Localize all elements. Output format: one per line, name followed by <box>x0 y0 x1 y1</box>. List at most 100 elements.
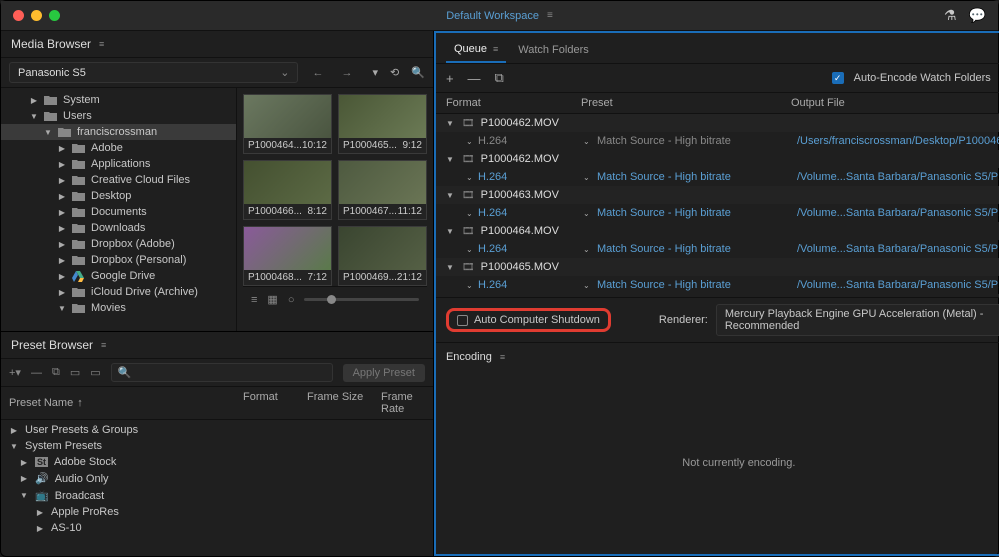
queue-output-path[interactable]: /Volume...Santa Barbara/Panasonic S5/P10… <box>797 279 999 291</box>
chevron-down-icon[interactable]: ⌄ <box>583 137 597 146</box>
renderer-select[interactable]: Mercury Playback Engine GPU Acceleration… <box>716 304 999 336</box>
maximize-icon[interactable] <box>49 10 60 21</box>
menu-icon[interactable]: ≡ <box>493 44 498 54</box>
settings-preset-icon[interactable]: ▭ <box>70 366 80 379</box>
twisty-icon[interactable]: ▼ <box>57 304 67 313</box>
preset-tree-item[interactable]: ▶AS-10 <box>1 520 433 536</box>
queue-output-path[interactable]: /Volume...Santa Barbara/Panasonic S5/P10… <box>797 243 999 255</box>
queue-preset[interactable]: Match Source - High bitrate <box>597 243 797 255</box>
twisty-icon[interactable]: ▶ <box>29 96 39 105</box>
delete-preset-button[interactable]: — <box>31 367 42 379</box>
menu-icon[interactable]: ≡ <box>547 10 553 21</box>
menu-icon[interactable]: ≡ <box>99 39 104 49</box>
clip-thumbnail[interactable]: P1000467...11:12 <box>338 160 427 220</box>
queue-row[interactable]: ⌄H.264⌄Match Source - High bitrate/Volum… <box>436 240 999 258</box>
queue-group[interactable]: ▼🎞P1000463.MOV <box>436 186 999 204</box>
clip-thumbnail[interactable]: P1000469...21:12 <box>338 226 427 286</box>
zoom-out-icon[interactable]: ○ <box>288 294 295 306</box>
col-output[interactable]: Output File <box>791 97 999 109</box>
tree-item[interactable]: ▼Users <box>1 108 236 124</box>
twisty-icon[interactable]: ▼ <box>446 155 456 164</box>
queue-list[interactable]: ▼🎞P1000462.MOV⌄H.264⌄Match Source - High… <box>436 114 999 297</box>
flask-icon[interactable]: ⚗ <box>944 7 957 24</box>
queue-format[interactable]: H.264 <box>478 279 583 291</box>
preset-tree-item[interactable]: ▶Apple ProRes <box>1 504 433 520</box>
col-frame-size[interactable]: Frame Size <box>307 391 377 415</box>
twisty-icon[interactable]: ⌄ <box>466 173 478 182</box>
queue-output-path[interactable]: /Volume...Santa Barbara/Panasonic S5/P10… <box>797 171 999 183</box>
twisty-icon[interactable]: ▶ <box>19 474 29 483</box>
minimize-icon[interactable] <box>31 10 42 21</box>
back-button[interactable]: ← <box>308 65 327 81</box>
thumbnail-size-slider[interactable] <box>304 298 418 301</box>
twisty-icon[interactable]: ▶ <box>57 256 67 265</box>
workspace-title[interactable]: Default Workspace ≡ <box>446 10 553 22</box>
list-view-icon[interactable]: ≡ <box>251 294 257 306</box>
twisty-icon[interactable]: ▶ <box>9 426 19 435</box>
queue-row[interactable]: ⌄H.264⌄Match Source - High bitrate/Volum… <box>436 168 999 186</box>
twisty-icon[interactable]: ▼ <box>446 227 456 236</box>
queue-row[interactable]: ⌄H.264⌄Match Source - High bitrate/Volum… <box>436 204 999 222</box>
preset-tree-item[interactable]: ▶StAdobe Stock <box>1 454 433 470</box>
folder-tree[interactable]: ▶System▼Users▼franciscrossman▶Adobe▶Appl… <box>1 88 237 331</box>
auto-encode-checkbox[interactable]: ✓ <box>832 72 844 84</box>
clip-thumbnail[interactable]: P1000468...7:12 <box>243 226 332 286</box>
sort-arrow-icon[interactable]: ↑ <box>77 397 83 409</box>
tree-item[interactable]: ▶Adobe <box>1 140 236 156</box>
twisty-icon[interactable]: ⌄ <box>466 137 478 146</box>
apply-preset-button[interactable]: Apply Preset <box>343 364 425 382</box>
queue-preset[interactable]: Match Source - High bitrate <box>597 207 797 219</box>
queue-preset[interactable]: Match Source - High bitrate <box>597 279 797 291</box>
queue-group[interactable]: ▼🎞P1000465.MOV <box>436 258 999 276</box>
twisty-icon[interactable]: ⌄ <box>466 245 478 254</box>
remove-button[interactable]: — <box>468 71 481 86</box>
tree-item[interactable]: ▶iCloud Drive (Archive) <box>1 284 236 300</box>
tree-item[interactable]: ▶Desktop <box>1 188 236 204</box>
tree-item[interactable]: ▼franciscrossman <box>1 124 236 140</box>
preset-tree-item[interactable]: ▶User Presets & Groups <box>1 422 433 438</box>
grid-view-icon[interactable]: ▦ <box>267 293 277 306</box>
twisty-icon[interactable]: ▶ <box>57 144 67 153</box>
chevron-down-icon[interactable]: ⌄ <box>583 245 597 254</box>
tab-queue[interactable]: Queue ≡ <box>446 39 506 63</box>
twisty-icon[interactable]: ⌄ <box>466 209 478 218</box>
twisty-icon[interactable]: ▼ <box>446 191 456 200</box>
add-source-button[interactable]: + <box>446 71 454 86</box>
twisty-icon[interactable]: ▼ <box>29 112 39 121</box>
twisty-icon[interactable]: ▶ <box>35 524 45 533</box>
tree-item[interactable]: ▶Creative Cloud Files <box>1 172 236 188</box>
twisty-icon[interactable]: ▼ <box>446 263 456 272</box>
twisty-icon[interactable]: ▶ <box>57 224 67 233</box>
queue-group[interactable]: ▼🎞P1000464.MOV <box>436 222 999 240</box>
preset-tree-item[interactable]: ▼System Presets <box>1 438 433 454</box>
clip-thumbnail[interactable]: P1000465...9:12 <box>338 94 427 154</box>
twisty-icon[interactable]: ▶ <box>57 208 67 217</box>
tree-item[interactable]: ▶Documents <box>1 204 236 220</box>
twisty-icon[interactable]: ▼ <box>9 442 19 451</box>
twisty-icon[interactable]: ▶ <box>57 272 67 281</box>
twisty-icon[interactable]: ▶ <box>35 508 45 517</box>
chevron-down-icon[interactable]: ⌄ <box>583 209 597 218</box>
col-format[interactable]: Format <box>243 391 303 415</box>
twisty-icon[interactable]: ▶ <box>19 458 29 467</box>
tree-item[interactable]: ▶Google Drive <box>1 268 236 284</box>
twisty-icon[interactable]: ▶ <box>57 160 67 169</box>
tree-item[interactable]: ▶Applications <box>1 156 236 172</box>
preset-tree[interactable]: ▶User Presets & Groups▼System Presets▶St… <box>1 420 433 556</box>
queue-row[interactable]: ⌄H.264⌄Match Source - High bitrate/Volum… <box>436 276 999 294</box>
search-icon[interactable]: 🔍 <box>411 66 425 79</box>
twisty-icon[interactable]: ▼ <box>19 491 29 500</box>
clip-thumbnail[interactable]: P1000464...10:12 <box>243 94 332 154</box>
tab-watch-folders[interactable]: Watch Folders <box>510 39 597 63</box>
add-preset-button[interactable]: +▾ <box>9 366 21 379</box>
twisty-icon[interactable]: ▼ <box>446 119 456 128</box>
clip-thumbnail[interactable]: P1000466...8:12 <box>243 160 332 220</box>
queue-output-path[interactable]: /Users/franciscrossman/Desktop/P1000462_… <box>797 135 999 147</box>
twisty-icon[interactable]: ▶ <box>57 176 67 185</box>
twisty-icon[interactable]: ▶ <box>57 192 67 201</box>
tree-item[interactable]: ▼Movies <box>1 300 236 316</box>
forward-button[interactable]: → <box>337 65 356 81</box>
duplicate-preset-icon[interactable]: ⧉ <box>52 366 60 379</box>
chevron-down-icon[interactable]: ⌄ <box>583 281 597 290</box>
queue-group[interactable]: ▼🎞P1000462.MOV <box>436 150 999 168</box>
